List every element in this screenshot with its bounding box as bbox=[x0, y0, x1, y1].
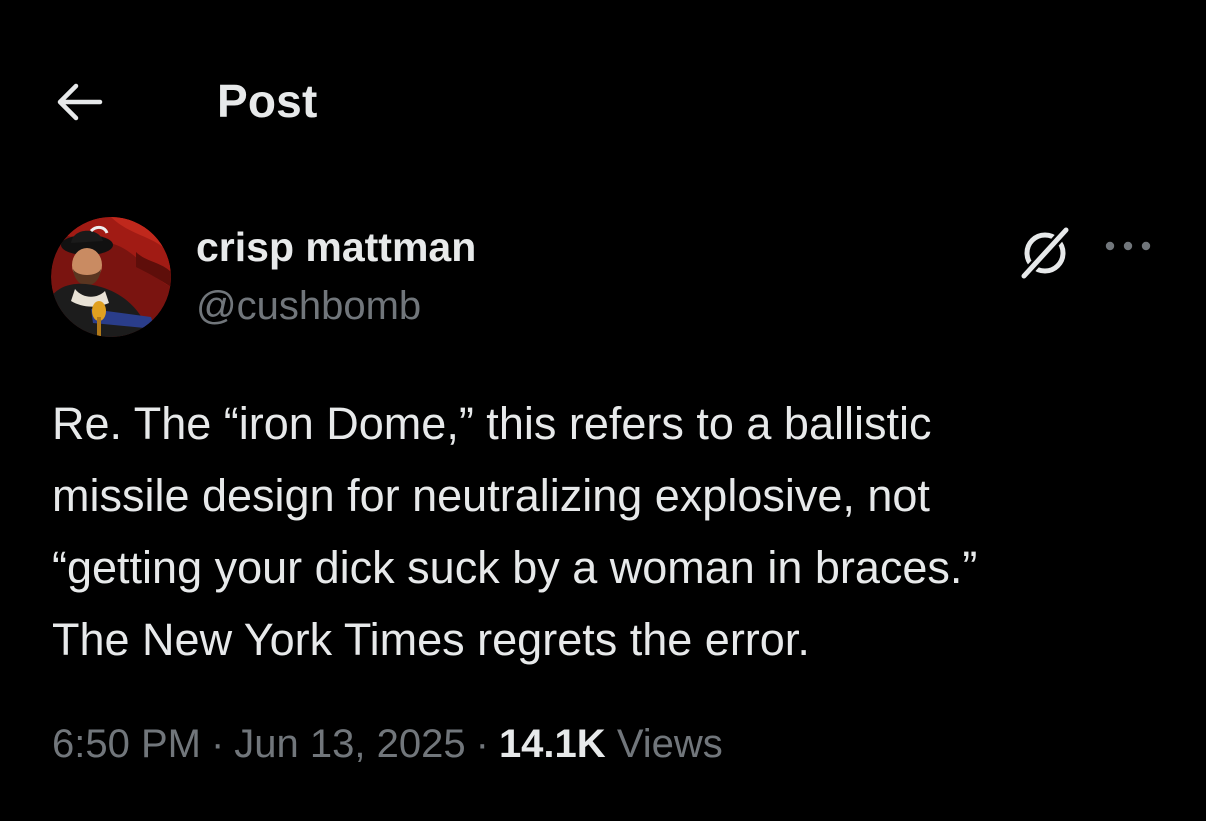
author-handle[interactable]: @cushbomb bbox=[196, 284, 421, 329]
page-title: Post bbox=[217, 75, 318, 127]
more-horizontal-icon[interactable] bbox=[1100, 226, 1156, 266]
back-button[interactable] bbox=[50, 78, 106, 126]
post-text: Re. The “iron Dome,” this refers to a ba… bbox=[52, 388, 1172, 676]
separator-dot: · bbox=[210, 722, 225, 766]
author-display-name[interactable]: crisp mattman bbox=[196, 224, 476, 271]
post-date[interactable]: Jun 13, 2025 bbox=[234, 722, 465, 766]
separator-dot: · bbox=[475, 722, 489, 766]
views-count[interactable]: 14.1K bbox=[499, 722, 606, 766]
arrow-left-icon bbox=[57, 83, 103, 121]
post-meta: 6:50 PM · Jun 13, 2025 · 14.1K Views bbox=[52, 722, 723, 767]
post-text-line: “getting your dick suck by a woman in br… bbox=[52, 542, 978, 593]
post-text-line: The New York Times regrets the error. bbox=[52, 614, 810, 665]
views-label: Views bbox=[616, 722, 723, 766]
avatar[interactable] bbox=[51, 217, 171, 337]
top-bar: Post bbox=[0, 0, 1206, 200]
post-time[interactable]: 6:50 PM bbox=[52, 722, 201, 766]
grok-icon[interactable] bbox=[1016, 222, 1074, 280]
avatar-image bbox=[51, 217, 171, 337]
post-text-line: missile design for neutralizing explosiv… bbox=[52, 470, 930, 521]
post-text-line: Re. The “iron Dome,” this refers to a ba… bbox=[52, 398, 932, 449]
